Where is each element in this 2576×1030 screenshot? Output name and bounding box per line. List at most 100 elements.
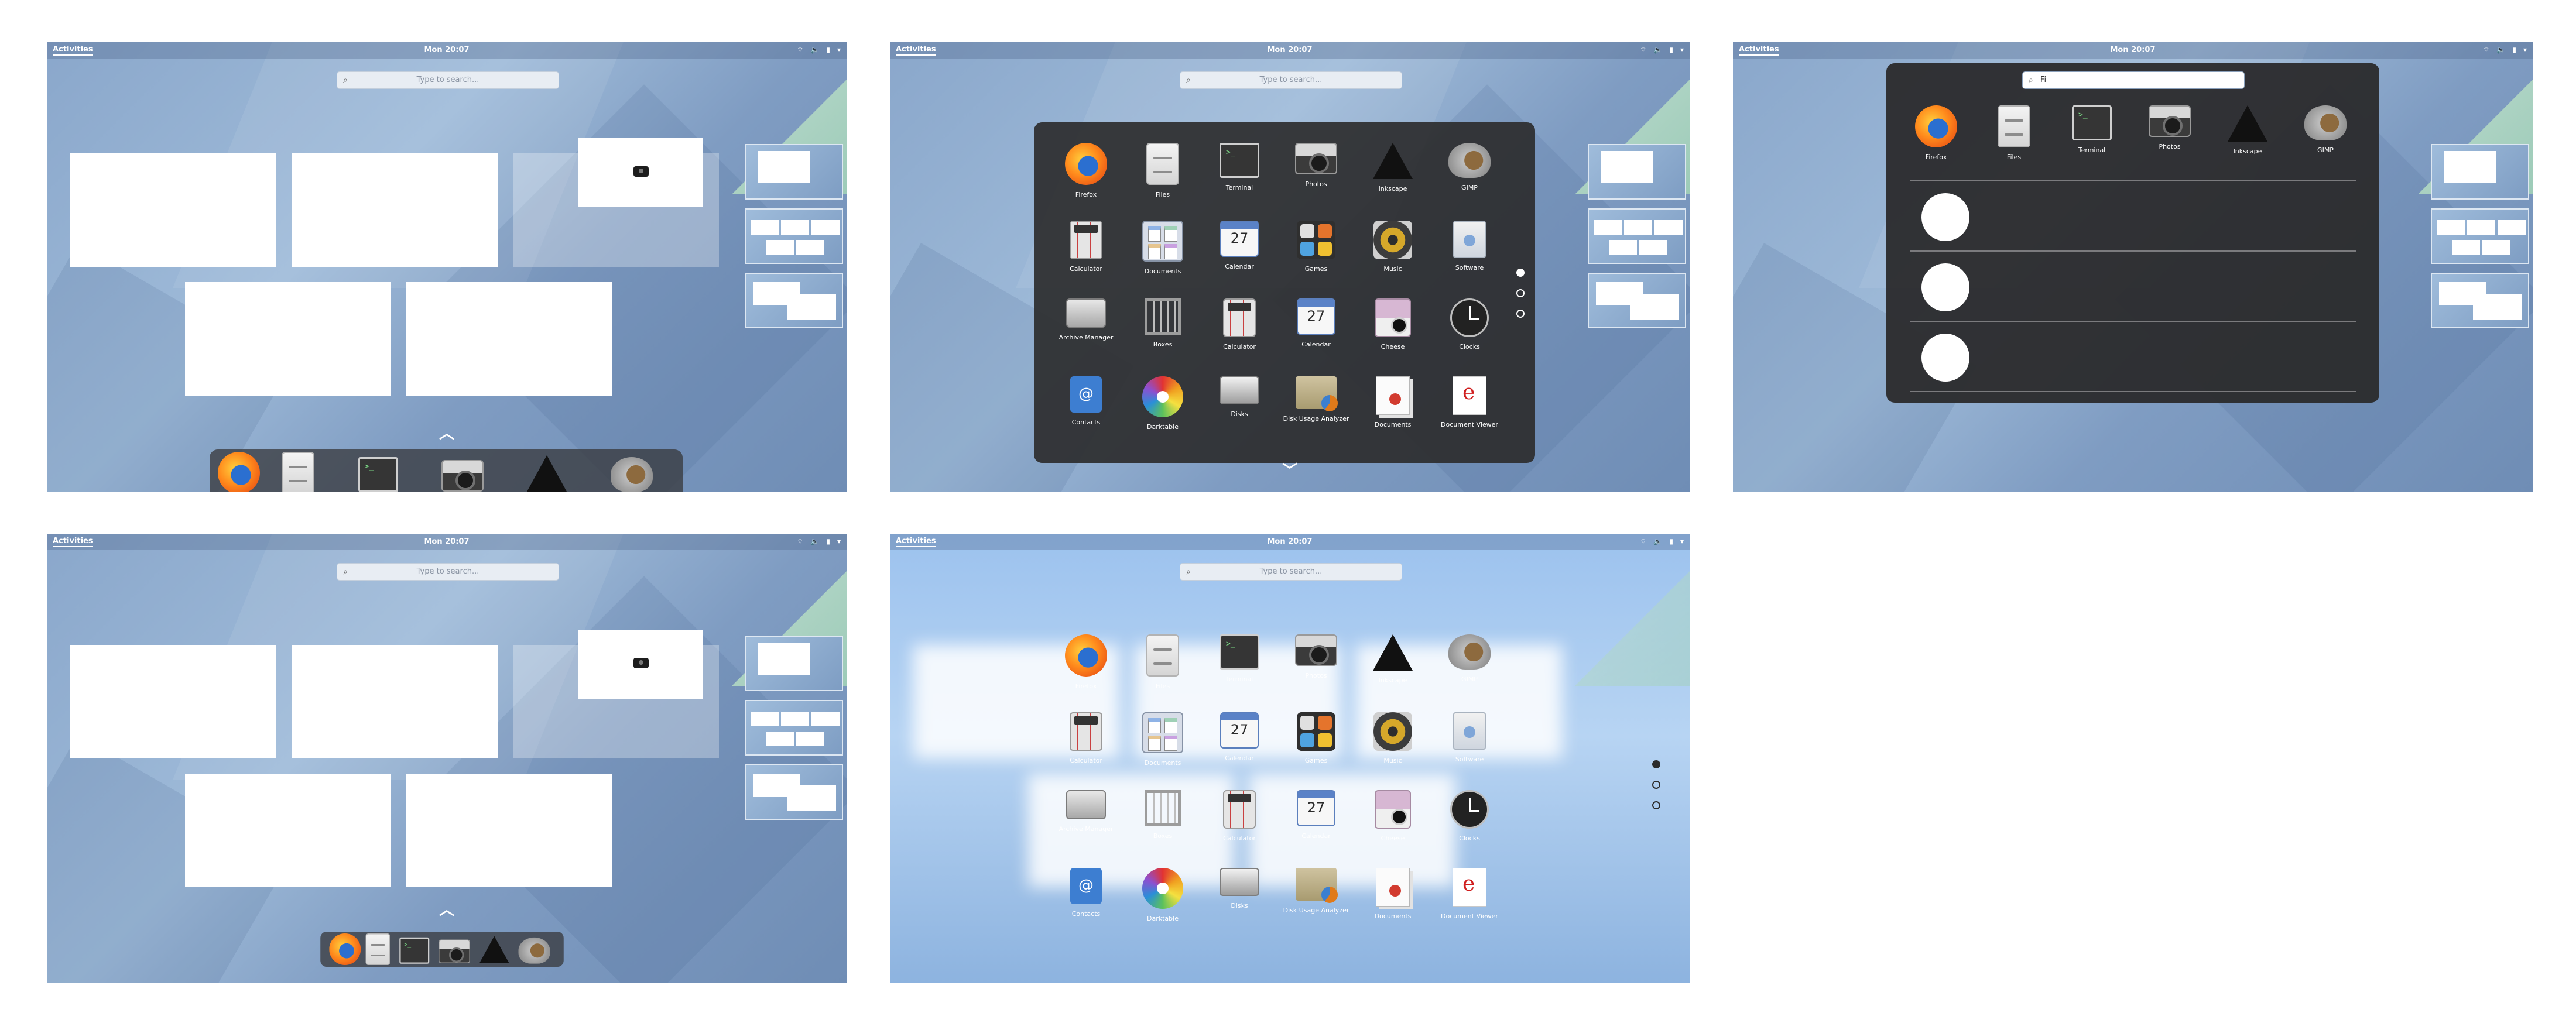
system-tray[interactable]: ⌔ 🔈 ▮ ▾: [797, 46, 841, 54]
app-launcher[interactable]: Boxes: [1125, 790, 1201, 840]
app-launcher[interactable]: Cheese: [1355, 790, 1431, 842]
app-launcher[interactable]: Firefox: [1048, 143, 1124, 198]
search-input[interactable]: ⌕ Type to search...: [1180, 563, 1402, 581]
files-icon[interactable]: [282, 452, 315, 492]
page-dot[interactable]: [1516, 289, 1525, 297]
app-launcher[interactable]: Calculator: [1048, 712, 1124, 764]
clock[interactable]: Mon 20:07: [47, 537, 847, 546]
search-input[interactable]: ⌕ Fi: [2022, 71, 2245, 89]
window-thumbnail[interactable]: [70, 645, 276, 758]
system-tray[interactable]: ⌔ 🔈 ▮ ▾: [797, 537, 841, 546]
page-dot[interactable]: [1516, 269, 1525, 277]
app-launcher[interactable]: Documents: [1125, 712, 1201, 767]
terminal-icon[interactable]: [399, 937, 430, 964]
app-launcher[interactable]: Files: [1125, 143, 1201, 198]
app-launcher[interactable]: 27 Calendar: [1278, 790, 1354, 840]
files-icon[interactable]: [365, 933, 390, 965]
app-launcher[interactable]: GIMP: [2287, 105, 2363, 154]
page-dot[interactable]: [1652, 801, 1660, 809]
window-thumbnail[interactable]: [513, 630, 719, 758]
app-launcher[interactable]: 27 Calendar: [1201, 712, 1277, 762]
app-launcher[interactable]: Calculator: [1201, 790, 1277, 842]
app-launcher[interactable]: 27 Calendar: [1278, 298, 1354, 348]
app-launcher[interactable]: Calculator: [1048, 221, 1124, 273]
photos-icon[interactable]: [438, 939, 470, 963]
app-launcher[interactable]: Darktable: [1125, 868, 1201, 922]
app-launcher[interactable]: Software: [1431, 221, 1508, 272]
workspace-thumbnail[interactable]: [745, 700, 843, 756]
workspace-thumbnail[interactable]: [745, 144, 843, 200]
chevron-up-icon[interactable]: ︿: [439, 421, 454, 443]
search-input[interactable]: ⌕ Type to search...: [337, 71, 559, 89]
workspace-thumbnail[interactable]: [1588, 273, 1686, 328]
search-input[interactable]: ⌕ Type to search...: [1180, 71, 1402, 89]
camera-window[interactable]: [578, 630, 703, 699]
app-launcher[interactable]: Inkscape: [1355, 634, 1431, 684]
app-launcher[interactable]: Software: [1431, 712, 1508, 763]
page-dot[interactable]: [1652, 781, 1660, 789]
app-launcher[interactable]: @ Contacts: [1048, 376, 1124, 426]
workspace-thumbnail[interactable]: [2431, 273, 2529, 328]
chevron-up-icon[interactable]: ︿: [439, 898, 454, 919]
app-launcher[interactable]: Files: [1125, 634, 1201, 690]
app-launcher[interactable]: GIMP: [1431, 143, 1508, 191]
inkscape-icon[interactable]: [479, 936, 509, 963]
window-thumbnail[interactable]: [406, 282, 612, 396]
app-launcher[interactable]: Firefox: [1898, 105, 1974, 161]
app-launcher[interactable]: Clocks: [1431, 298, 1508, 351]
system-tray[interactable]: ⌔ 🔈 ▮ ▾: [1640, 46, 1684, 54]
app-launcher[interactable]: Inkscape: [1355, 143, 1431, 193]
app-launcher[interactable]: Disks: [1201, 376, 1277, 418]
system-tray[interactable]: ⌔ 🔈 ▮ ▾: [2483, 46, 2527, 54]
inkscape-icon[interactable]: [527, 455, 567, 492]
app-launcher[interactable]: Disk Usage Analyzer: [1278, 376, 1354, 423]
app-launcher[interactable]: Files: [1976, 105, 2052, 161]
app-launcher[interactable]: Photos: [2132, 105, 2208, 150]
clock[interactable]: Mon 20:07: [47, 46, 847, 54]
app-launcher[interactable]: Document Viewer: [1431, 376, 1508, 428]
window-thumbnail[interactable]: [185, 282, 391, 396]
result-provider-icon[interactable]: [1921, 334, 1969, 382]
photos-icon[interactable]: [441, 459, 484, 492]
window-thumbnail[interactable]: [513, 138, 719, 267]
workspace-thumbnail[interactable]: [745, 208, 843, 264]
search-input[interactable]: ⌕ Type to search...: [337, 563, 559, 581]
window-thumbnail[interactable]: [406, 774, 612, 887]
firefox-icon[interactable]: [218, 452, 260, 492]
app-launcher[interactable]: Games: [1278, 221, 1354, 273]
app-launcher[interactable]: Disk Usage Analyzer: [1278, 868, 1354, 914]
result-provider-icon[interactable]: [1921, 193, 1969, 241]
app-launcher[interactable]: Firefox: [1048, 634, 1124, 690]
window-thumbnail[interactable]: [292, 153, 498, 267]
workspace-thumbnail[interactable]: [745, 764, 843, 820]
gimp-icon[interactable]: [610, 457, 653, 492]
app-launcher[interactable]: Photos: [1278, 634, 1354, 679]
window-thumbnail[interactable]: [70, 153, 276, 267]
app-launcher[interactable]: Inkscape: [2210, 105, 2286, 155]
workspace-thumbnail[interactable]: [2431, 208, 2529, 264]
clock[interactable]: Mon 20:07: [890, 46, 1690, 54]
app-launcher[interactable]: Disks: [1201, 868, 1277, 909]
result-provider-icon[interactable]: [1921, 263, 1969, 311]
app-launcher[interactable]: Cheese: [1355, 298, 1431, 351]
app-launcher[interactable]: Calculator: [1201, 298, 1277, 351]
app-launcher[interactable]: Games: [1278, 712, 1354, 764]
workspace-thumbnail[interactable]: [1588, 208, 1686, 264]
chevron-down-icon[interactable]: ﹀: [1282, 459, 1297, 480]
page-dot[interactable]: [1652, 760, 1660, 768]
app-launcher[interactable]: 27 Calendar: [1201, 221, 1277, 270]
app-launcher[interactable]: Archive Manager: [1048, 790, 1124, 833]
window-thumbnail[interactable]: [185, 774, 391, 887]
workspace-thumbnail[interactable]: [745, 273, 843, 328]
app-launcher[interactable]: Documents: [1355, 868, 1431, 920]
app-launcher[interactable]: Darktable: [1125, 376, 1201, 431]
app-launcher[interactable]: Terminal: [2054, 105, 2130, 154]
page-dot[interactable]: [1516, 310, 1525, 318]
app-launcher[interactable]: Documents: [1355, 376, 1431, 428]
app-launcher[interactable]: Terminal: [1201, 143, 1277, 191]
app-launcher[interactable]: Music: [1355, 712, 1431, 764]
app-launcher[interactable]: Clocks: [1431, 790, 1508, 842]
workspace-thumbnail[interactable]: [745, 636, 843, 691]
app-launcher[interactable]: Music: [1355, 221, 1431, 273]
app-launcher[interactable]: Boxes: [1125, 298, 1201, 348]
